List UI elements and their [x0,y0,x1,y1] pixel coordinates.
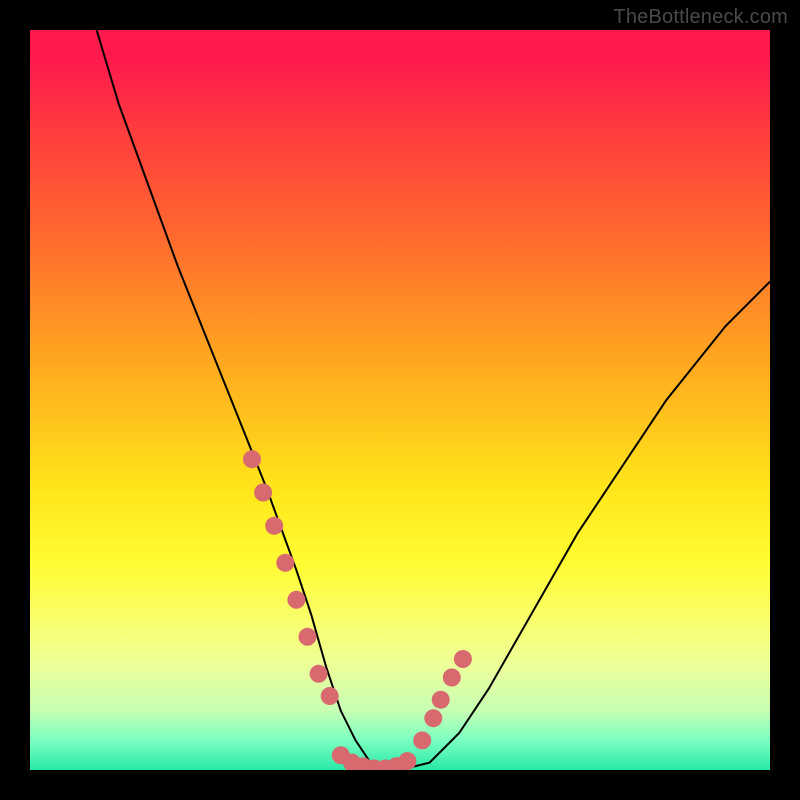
highlight-dot [398,752,416,770]
curve-layer [30,30,770,770]
highlight-dot [443,669,461,687]
highlight-dots-bottom [332,746,417,770]
plot-area [30,30,770,770]
highlight-dot [243,450,261,468]
highlight-dots-left [243,450,339,705]
highlight-dot [413,731,431,749]
highlight-dot [299,628,317,646]
highlight-dot [265,517,283,535]
highlight-dot [321,687,339,705]
highlight-dots-right [413,650,472,749]
highlight-dot [310,665,328,683]
highlight-dot [424,709,442,727]
highlight-dot [432,691,450,709]
watermark-text: TheBottleneck.com [613,6,788,29]
highlight-dot [276,554,294,572]
bottleneck-curve [97,30,770,770]
highlight-dot [287,591,305,609]
highlight-dot [454,650,472,668]
highlight-dot [254,484,272,502]
chart-frame: TheBottleneck.com [0,0,800,800]
